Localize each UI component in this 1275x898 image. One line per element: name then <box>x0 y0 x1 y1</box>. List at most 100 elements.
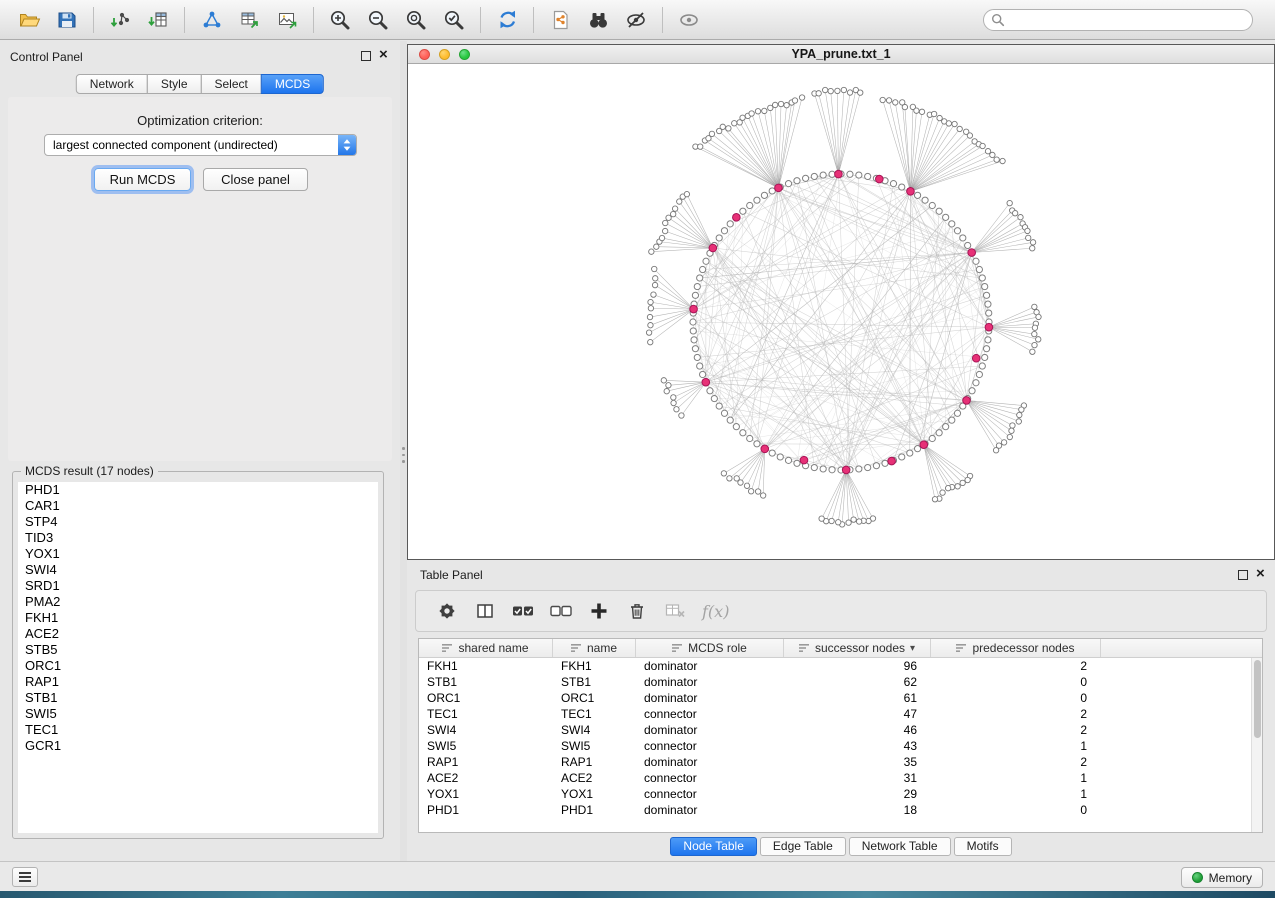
network-window-title: YPA_prune.txt_1 <box>408 47 1274 61</box>
table-panel-float-button[interactable] <box>1238 570 1248 580</box>
mcds-result-item[interactable]: CAR1 <box>18 498 378 514</box>
table-row[interactable]: RAP1 RAP1 dominator 35 2 <box>419 754 1262 770</box>
header-label: MCDS role <box>688 641 747 655</box>
control-panel: Control Panel × Network Style Select MCD… <box>0 41 400 861</box>
select-all-rows-button[interactable] <box>506 595 540 627</box>
tab-mcds[interactable]: MCDS <box>261 74 324 94</box>
table-panel-title: Table Panel <box>420 568 483 582</box>
export-table-button[interactable] <box>230 4 268 36</box>
mcds-result-item[interactable]: TID3 <box>18 530 378 546</box>
mcds-result-item[interactable]: PHD1 <box>18 482 378 498</box>
table-row[interactable]: PHD1 PHD1 dominator 18 0 <box>419 802 1262 818</box>
memory-label: Memory <box>1209 871 1252 885</box>
mcds-result-item[interactable]: STP4 <box>18 514 378 530</box>
zoom-fit-button[interactable] <box>397 4 435 36</box>
tab-node-table[interactable]: Node Table <box>670 837 757 856</box>
mcds-result-item[interactable]: STB5 <box>18 642 378 658</box>
cell-predecessor-nodes: 0 <box>931 675 1101 689</box>
header-mcds-role[interactable]: MCDS role <box>636 639 784 657</box>
mcds-result-item[interactable]: FKH1 <box>18 610 378 626</box>
table-settings-button[interactable] <box>430 595 464 627</box>
mcds-result-item[interactable]: YOX1 <box>18 546 378 562</box>
delete-table-button[interactable] <box>658 595 692 627</box>
tab-motifs[interactable]: Motifs <box>954 837 1012 856</box>
save-session-button[interactable] <box>48 4 86 36</box>
memory-status-icon <box>1192 872 1203 883</box>
create-column-button[interactable] <box>582 595 616 627</box>
find-button[interactable] <box>579 4 617 36</box>
mcds-result-list[interactable]: PHD1CAR1STP4TID3YOX1SWI4SRD1PMA2FKH1ACE2… <box>18 482 378 833</box>
cell-shared-name: FKH1 <box>419 659 553 673</box>
open-file-button[interactable] <box>10 4 48 36</box>
mcds-result-item[interactable]: SWI4 <box>18 562 378 578</box>
header-predecessor-nodes[interactable]: predecessor nodes <box>931 639 1101 657</box>
export-network-button[interactable] <box>192 4 230 36</box>
table-row[interactable]: YOX1 YOX1 connector 29 1 <box>419 786 1262 802</box>
refresh-button[interactable] <box>488 4 526 36</box>
table-row[interactable]: ORC1 ORC1 dominator 61 0 <box>419 690 1262 706</box>
run-mcds-button[interactable]: Run MCDS <box>94 168 191 191</box>
cell-mcds-role: dominator <box>636 691 784 705</box>
delete-table-icon <box>664 600 687 622</box>
table-row[interactable]: FKH1 FKH1 dominator 96 2 <box>419 658 1262 674</box>
zoom-in-button[interactable] <box>321 4 359 36</box>
mcds-result-item[interactable]: GCR1 <box>18 738 378 754</box>
share-document-button[interactable] <box>541 4 579 36</box>
toolbar-separator <box>93 7 94 33</box>
deselect-all-rows-button[interactable] <box>544 595 578 627</box>
import-table-button[interactable] <box>139 4 177 36</box>
table-row[interactable]: SWI5 SWI5 connector 43 1 <box>419 738 1262 754</box>
import-network-button[interactable] <box>101 4 139 36</box>
optimization-criterion-select[interactable]: largest connected component (undirected) <box>44 134 357 156</box>
cell-name: TEC1 <box>553 707 636 721</box>
show-all-button[interactable] <box>670 4 708 36</box>
hide-selected-button[interactable] <box>617 4 655 36</box>
control-panel-float-button[interactable] <box>361 51 371 61</box>
mcds-result-item[interactable]: ACE2 <box>18 626 378 642</box>
mcds-result-item[interactable]: RAP1 <box>18 674 378 690</box>
panel-splitter[interactable] <box>400 41 407 861</box>
header-successor-nodes[interactable]: successor nodes ▾ <box>784 639 931 657</box>
network-graph[interactable] <box>408 64 1274 559</box>
close-panel-button[interactable]: Close panel <box>203 168 308 191</box>
tab-edge-table[interactable]: Edge Table <box>760 837 846 856</box>
mcds-result-item[interactable]: PMA2 <box>18 594 378 610</box>
search-input[interactable] <box>983 9 1253 31</box>
table-row[interactable]: STB1 STB1 dominator 62 0 <box>419 674 1262 690</box>
delete-column-button[interactable] <box>620 595 654 627</box>
sort-icon <box>956 643 967 653</box>
table-panel-close-button[interactable]: × <box>1256 565 1265 583</box>
tab-network-table[interactable]: Network Table <box>849 837 951 856</box>
mcds-result-item[interactable]: STB1 <box>18 690 378 706</box>
table-scrollbar-thumb[interactable] <box>1254 660 1261 738</box>
table-row[interactable]: ACE2 ACE2 connector 31 1 <box>419 770 1262 786</box>
save-icon <box>56 9 78 31</box>
memory-button[interactable]: Memory <box>1181 867 1263 888</box>
status-bar: Memory <box>0 861 1275 891</box>
control-panel-close-button[interactable]: × <box>379 46 388 64</box>
table-row[interactable]: SWI4 SWI4 dominator 46 2 <box>419 722 1262 738</box>
table-scrollbar[interactable] <box>1251 658 1262 832</box>
mcds-result-item[interactable]: ORC1 <box>18 658 378 674</box>
control-panel-tabs: Network Style Select MCDS <box>76 74 324 94</box>
function-builder-button[interactable]: f(x) <box>702 602 729 621</box>
table-header-row: shared name name MCDS role successor nod… <box>419 639 1262 658</box>
tab-select[interactable]: Select <box>201 74 262 94</box>
tab-style[interactable]: Style <box>147 74 202 94</box>
cell-successor-nodes: 35 <box>784 755 931 769</box>
export-image-button[interactable] <box>268 4 306 36</box>
mcds-result-item[interactable]: SRD1 <box>18 578 378 594</box>
status-menu-button[interactable] <box>12 867 38 887</box>
tab-network[interactable]: Network <box>76 74 148 94</box>
column-menu-arrow-icon[interactable]: ▾ <box>910 643 915 654</box>
open-folder-icon <box>18 9 41 31</box>
header-shared-name[interactable]: shared name <box>419 639 553 657</box>
zoom-out-button[interactable] <box>359 4 397 36</box>
header-name[interactable]: name <box>553 639 636 657</box>
zoom-selected-button[interactable] <box>435 4 473 36</box>
table-row[interactable]: TEC1 TEC1 connector 47 2 <box>419 706 1262 722</box>
show-columns-button[interactable] <box>468 595 502 627</box>
network-window-titlebar[interactable]: YPA_prune.txt_1 <box>408 45 1274 64</box>
mcds-result-item[interactable]: SWI5 <box>18 706 378 722</box>
mcds-result-item[interactable]: TEC1 <box>18 722 378 738</box>
